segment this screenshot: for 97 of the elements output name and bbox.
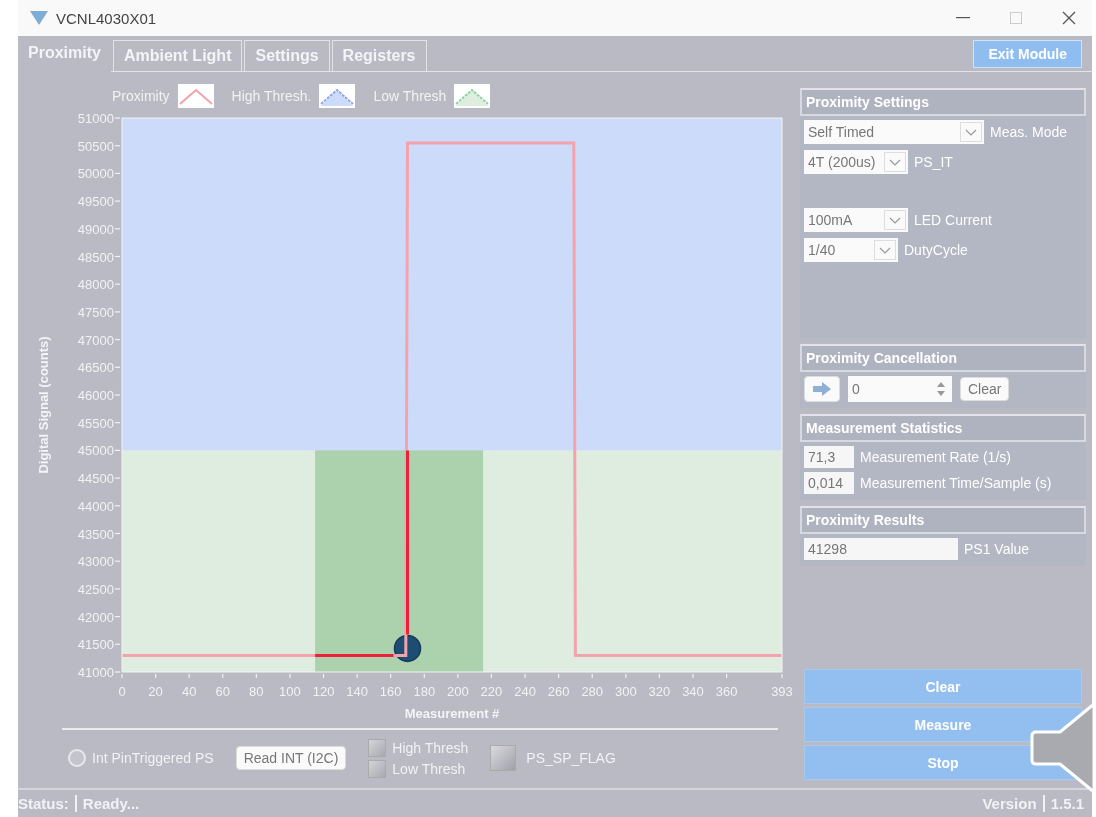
y-tick-label: 50000 [77, 166, 114, 182]
x-tick-label: 0 [118, 684, 126, 699]
y-tick-label: 51000 [77, 111, 114, 126]
caret-icon [874, 240, 896, 260]
tab[interactable]: Registers [331, 40, 427, 71]
x-tick-label: 280 [581, 684, 604, 699]
dropdown[interactable]: Self Timed [804, 120, 984, 144]
arrow-right-icon [812, 381, 832, 397]
version-text: 1.5.1 [1042, 795, 1092, 812]
tab[interactable]: Ambient Light [112, 40, 243, 71]
y-tick-label: 42500 [77, 581, 114, 597]
status-text: Ready... [74, 795, 983, 812]
caret-icon [884, 152, 906, 172]
y-tick-label: 46000 [77, 388, 114, 403]
x-tick-label: 200 [447, 684, 469, 699]
y-tick-label: 47500 [77, 304, 114, 320]
cursor-handle[interactable] [393, 634, 422, 663]
field-label: LED Current [914, 212, 992, 228]
section-header: Proximity Settings [800, 88, 1086, 116]
legend-label: Proximity [112, 88, 170, 104]
dropdown[interactable]: 4T (200us) [804, 150, 908, 174]
window-title: VCNL4030X01 [56, 9, 157, 27]
read-int-button[interactable]: Read INT (I2C) [235, 746, 347, 770]
field-label: Meas. Mode [990, 124, 1068, 140]
readout-field: 0,014 [804, 472, 854, 494]
checkbox-label: Low Thresh [392, 760, 466, 777]
readout-field: 41298 [804, 538, 958, 560]
action-button[interactable]: Measure [804, 707, 1082, 742]
y-axis-title: Digital Signal (counts) [36, 336, 51, 474]
checkbox[interactable] [368, 759, 387, 778]
y-tick-label: 47000 [77, 332, 114, 348]
logo-icon [30, 11, 48, 25]
readout-field: 71,3 [804, 446, 854, 468]
radio-label: Int PinTriggered PS [92, 750, 214, 766]
x-tick-label: 300 [614, 684, 637, 699]
exit-module-button[interactable]: Exit Module [973, 40, 1082, 68]
y-tick-label: 42000 [77, 609, 114, 625]
y-tick-label: 43000 [77, 554, 114, 570]
y-tick-label: 44000 [77, 498, 114, 514]
checkbox[interactable] [368, 738, 387, 757]
y-tick-label: 41000 [77, 665, 114, 680]
dropdown[interactable]: 1/40 [804, 238, 898, 262]
x-tick-label: 20 [148, 684, 163, 699]
y-tick-label: 41500 [77, 637, 114, 653]
field-label: DutyCycle [904, 242, 968, 258]
caret-icon [884, 210, 906, 230]
speaker-overlay[interactable] [1030, 702, 1096, 794]
x-tick-label: 220 [480, 684, 503, 699]
x-tick-label: 360 [715, 684, 738, 699]
y-tick-label: 49000 [77, 221, 114, 237]
y-tick-label: 44500 [77, 471, 114, 487]
checkbox-label: High Thresh [392, 739, 469, 756]
y-tick-label: 45000 [77, 443, 114, 459]
indicator-label: PS_SP_FLAG [526, 750, 616, 766]
dropdown[interactable]: 100mA [804, 208, 908, 232]
version-label: Version [982, 795, 1038, 812]
legend-label: Low Thresh [373, 88, 447, 104]
readout-label: Measurement Time/Sample (s) [860, 475, 1052, 491]
section-header: Measurement Statistics [800, 414, 1086, 442]
x-tick-label: 140 [346, 684, 368, 699]
minimize-icon[interactable] [956, 17, 970, 19]
y-tick-label: 48500 [77, 249, 114, 265]
action-button[interactable]: Clear [804, 669, 1082, 704]
readout-label: PS1 Value [964, 541, 1030, 557]
status-label: Status: [18, 795, 70, 812]
x-tick-label: 320 [648, 684, 671, 699]
maximize-icon[interactable] [1010, 12, 1022, 24]
x-axis-title: Measurement # [404, 706, 500, 721]
arrow-button[interactable] [804, 376, 840, 402]
x-tick-label: 340 [682, 684, 704, 699]
section-header: Proximity Results [800, 506, 1086, 534]
y-tick-label: 49500 [77, 194, 114, 210]
y-tick-label: 46500 [77, 360, 114, 376]
x-tick-label: 260 [547, 684, 570, 699]
spin-field[interactable]: 0 [848, 376, 952, 402]
x-tick-label: 240 [514, 684, 536, 699]
section-header: Proximity Cancellation [800, 344, 1086, 372]
x-tick-label: 80 [249, 684, 264, 699]
legend-label: High Thresh. [231, 88, 312, 104]
tab[interactable]: Settings [244, 40, 330, 71]
radio-button[interactable] [68, 749, 86, 767]
x-tick-label: 40 [181, 684, 197, 699]
x-tick-label: 160 [379, 684, 402, 699]
x-tick-label: 393 [771, 684, 793, 699]
field-label: PS_IT [914, 154, 953, 170]
y-tick-label: 43500 [77, 526, 114, 542]
close-icon[interactable] [1062, 11, 1076, 25]
caret-icon [960, 122, 982, 142]
readout-label: Measurement Rate (1/s) [860, 449, 1011, 465]
y-tick-label: 45500 [77, 415, 114, 431]
clear-button[interactable]: Clear [960, 377, 1010, 401]
x-tick-label: 60 [215, 684, 230, 699]
y-tick-label: 50500 [77, 138, 114, 154]
x-tick-label: 120 [312, 684, 335, 699]
y-tick-label: 48000 [77, 277, 114, 293]
x-tick-label: 100 [279, 684, 301, 699]
x-tick-label: 180 [413, 684, 436, 699]
